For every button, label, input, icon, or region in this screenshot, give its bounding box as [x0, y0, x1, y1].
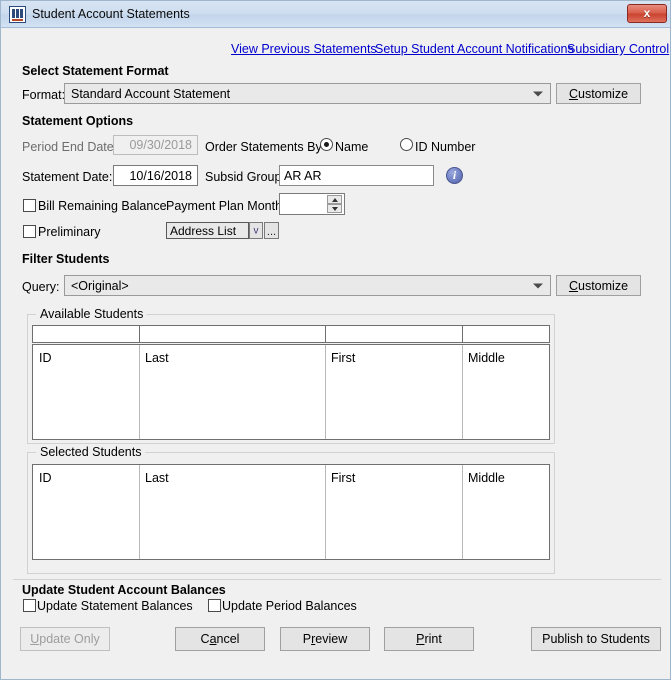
period-end-date-label: Period End Date: — [22, 140, 117, 154]
address-list-field[interactable]: Address List — [166, 222, 249, 239]
selected-col-divider-3[interactable] — [462, 465, 463, 559]
order-statements-by-label: Order Statements By — [205, 140, 322, 154]
selected-col-divider-2[interactable] — [325, 465, 326, 559]
query-combobox[interactable]: <Original> — [64, 275, 551, 296]
selected-students-grid[interactable]: ID Last First Middle — [32, 464, 550, 560]
format-combobox[interactable]: Standard Account Statement — [64, 83, 551, 104]
selected-column-first: First — [331, 471, 355, 485]
update-only-accel: U — [30, 632, 39, 646]
print-label: rint — [424, 632, 441, 646]
statement-date-value: 10/16/2018 — [129, 169, 192, 183]
available-column-middle: Middle — [468, 351, 505, 365]
period-end-date-field: 09/30/2018 — [113, 135, 198, 155]
payment-plan-month-stepper[interactable] — [279, 193, 345, 215]
update-statement-balances-label: Update Statement Balances — [37, 599, 193, 613]
bill-remaining-balance-checkbox[interactable] — [23, 199, 36, 212]
update-only-label: pdate Only — [39, 632, 99, 646]
selected-column-middle: Middle — [468, 471, 505, 485]
statement-date-field[interactable]: 10/16/2018 — [113, 165, 198, 186]
subsid-group-label: Subsid Group: — [205, 170, 285, 184]
preview-label-pre: P — [303, 632, 311, 646]
grid-col-divider-2[interactable] — [325, 345, 326, 439]
title-bar: Student Account Statements x — [1, 1, 671, 28]
payment-plan-month-label: Payment Plan Month: — [166, 199, 286, 213]
dialog-client-area: View Previous Statements Setup Student A… — [2, 28, 671, 680]
preview-button[interactable]: Preview — [280, 627, 370, 651]
update-balances-heading: Update Student Account Balances — [22, 583, 226, 597]
spin-up-icon — [327, 195, 342, 204]
query-combobox-value: <Original> — [71, 279, 129, 293]
view-previous-statements-link[interactable]: View Previous Statements — [231, 42, 377, 56]
info-icon[interactable] — [446, 167, 463, 184]
publish-to-students-button[interactable]: Publish to Students — [531, 627, 661, 651]
filter-students-heading: Filter Students — [22, 252, 110, 266]
query-customize-label: ustomize — [578, 279, 628, 293]
format-customize-label: ustomize — [578, 87, 628, 101]
update-statement-balances-checkbox[interactable] — [23, 599, 36, 612]
selected-column-last: Last — [145, 471, 169, 485]
address-list-chevron-down-icon[interactable]: v — [249, 222, 263, 239]
grid-col-divider-1[interactable] — [139, 345, 140, 439]
query-label: Query: — [22, 280, 60, 294]
cancel-accel: a — [210, 632, 217, 646]
bill-remaining-balance-label: Bill Remaining Balance — [38, 199, 167, 213]
payment-plan-month-spin-buttons[interactable] — [327, 195, 342, 213]
update-period-balances-label: Update Period Balances — [222, 599, 357, 613]
print-button[interactable]: Print — [384, 627, 474, 651]
cancel-label-post: ncel — [217, 632, 240, 646]
period-end-date-value: 09/30/2018 — [129, 138, 192, 152]
preliminary-label: Preliminary — [38, 225, 101, 239]
available-column-id: ID — [39, 351, 52, 365]
close-icon-glyph: x — [628, 5, 666, 22]
filter-col-divider-1[interactable] — [139, 326, 140, 342]
format-customize-button[interactable]: Customize — [556, 83, 641, 104]
preview-label-post: eview — [315, 632, 347, 646]
subsid-group-value: AR AR — [284, 169, 322, 183]
order-by-name-radio[interactable] — [320, 138, 333, 151]
publish-to-students-label: Publish to Students — [532, 632, 660, 646]
statement-date-label: Statement Date: — [22, 170, 112, 184]
window-title: Student Account Statements — [32, 7, 190, 21]
order-by-id-number-label: ID Number — [415, 140, 475, 154]
format-combobox-value: Standard Account Statement — [71, 87, 230, 101]
order-by-name-label: Name — [335, 140, 368, 154]
student-account-statements-window: Student Account Statements x View Previo… — [0, 0, 671, 680]
statement-options-heading: Statement Options — [22, 114, 133, 128]
cancel-label-pre: C — [201, 632, 210, 646]
selected-students-label: Selected Students — [36, 445, 145, 459]
order-by-id-number-radio[interactable] — [400, 138, 413, 151]
query-customize-button[interactable]: Customize — [556, 275, 641, 296]
address-list-ellipsis-button[interactable]: ... — [264, 222, 279, 239]
grid-col-divider-3[interactable] — [462, 345, 463, 439]
selected-col-divider-1[interactable] — [139, 465, 140, 559]
top-link-bar: View Previous Statements Setup Student A… — [2, 42, 671, 60]
selected-column-id: ID — [39, 471, 52, 485]
format-label: Format: — [22, 88, 65, 102]
chevron-down-icon — [533, 91, 543, 96]
chevron-down-icon — [533, 283, 543, 288]
address-list-label: Address List — [170, 224, 236, 238]
filter-col-divider-3[interactable] — [462, 326, 463, 342]
available-column-first: First — [331, 351, 355, 365]
select-statement-format-heading: Select Statement Format — [22, 64, 169, 78]
query-customize-accel: C — [569, 279, 578, 293]
cancel-button[interactable]: Cancel — [175, 627, 265, 651]
update-period-balances-checkbox[interactable] — [208, 599, 221, 612]
filter-col-divider-2[interactable] — [325, 326, 326, 342]
available-students-grid[interactable]: ID Last First Middle — [32, 344, 550, 440]
available-column-last: Last — [145, 351, 169, 365]
footer-divider — [13, 579, 661, 580]
update-only-button[interactable]: Update Only — [20, 627, 110, 651]
available-students-label: Available Students — [36, 307, 147, 321]
subsid-group-field[interactable]: AR AR — [279, 165, 434, 186]
available-students-filter-row[interactable] — [32, 325, 550, 343]
format-customize-accel: C — [569, 87, 578, 101]
close-icon[interactable]: x — [627, 4, 667, 23]
preliminary-checkbox[interactable] — [23, 225, 36, 238]
spin-down-icon — [327, 204, 342, 213]
subsidiary-control-link[interactable]: Subsidiary Control — [567, 42, 669, 56]
setup-notifications-link[interactable]: Setup Student Account Notifications — [375, 42, 574, 56]
j1-logo-icon — [9, 6, 26, 23]
